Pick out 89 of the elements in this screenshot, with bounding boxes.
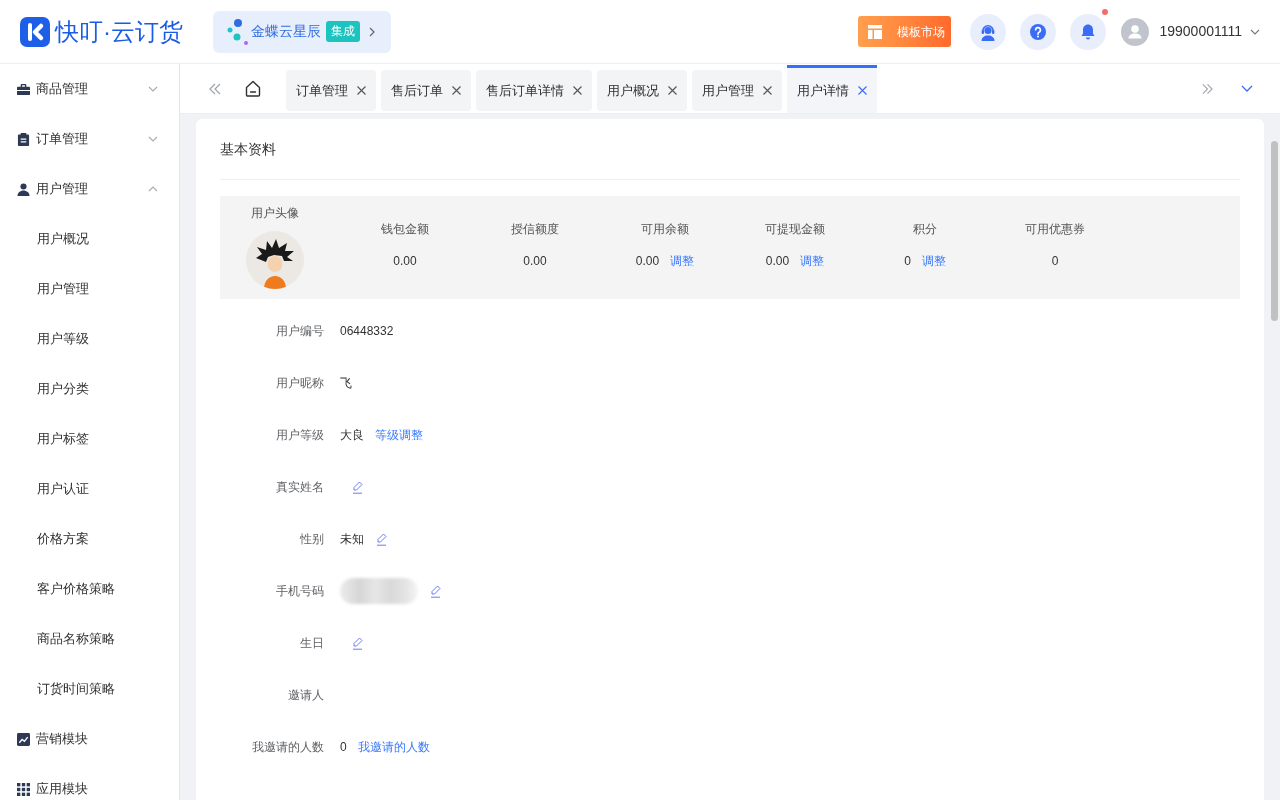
- sidebar-menu-item[interactable]: 用户管理: [0, 164, 179, 214]
- adjust-link[interactable]: 调整: [670, 252, 695, 270]
- close-icon[interactable]: [858, 86, 867, 95]
- field-value: 0: [340, 739, 347, 756]
- close-icon[interactable]: [573, 86, 582, 95]
- sidebar-submenu-item[interactable]: 用户分类: [0, 364, 179, 414]
- stat-label: 可提现金额: [765, 221, 825, 238]
- edit-icon[interactable]: [376, 532, 387, 546]
- field-label: 我邀请的人数: [251, 739, 324, 756]
- chevron-down-icon[interactable]: [1250, 28, 1260, 35]
- sidebar-menu-item[interactable]: 订单管理: [0, 114, 179, 164]
- sidebar-submenu-item[interactable]: 用户管理: [0, 264, 179, 314]
- page-tab[interactable]: 订单管理: [286, 70, 376, 111]
- user-account-name[interactable]: 19900001111: [1159, 21, 1242, 42]
- field-value: 大良: [340, 427, 364, 444]
- sidebar-submenu-item[interactable]: 价格方案: [0, 514, 179, 564]
- double-chevron-right-icon[interactable]: [1202, 82, 1213, 95]
- edit-icon[interactable]: [430, 584, 441, 598]
- layout-icon: [868, 24, 883, 39]
- field-value: 未知: [340, 531, 364, 548]
- stat-label: 可用优惠券: [1025, 221, 1085, 238]
- field-label: 生日: [299, 635, 324, 652]
- customer-service-button[interactable]: [970, 13, 1007, 50]
- chevron-down-icon[interactable]: [1241, 85, 1253, 92]
- field-label: 用户昵称: [275, 375, 324, 392]
- sidebar-submenu-item[interactable]: 客户价格策略: [0, 564, 179, 614]
- integration-badge: 集成: [326, 21, 360, 42]
- logo-text: 快叮·云订货: [55, 19, 183, 44]
- page-tab[interactable]: 用户概况: [597, 70, 687, 111]
- sidebar-submenu-item[interactable]: 用户标签: [0, 414, 179, 464]
- field-link[interactable]: 我邀请的人数: [357, 738, 430, 756]
- field-label: 性别: [299, 531, 324, 548]
- stat-value: 0: [904, 253, 911, 270]
- stat-value: 0.00: [635, 253, 660, 270]
- stat-value: 0.00: [523, 253, 547, 270]
- user-avatar-icon: [1121, 17, 1150, 46]
- page-tab[interactable]: 用户详情: [787, 65, 877, 113]
- help-button[interactable]: [1020, 13, 1057, 50]
- cartoon-avatar-drawing: [246, 231, 304, 289]
- sidebar-submenu-item[interactable]: 订货时间策略: [0, 664, 179, 714]
- sidebar-submenu-item[interactable]: 用户认证: [0, 464, 179, 514]
- logo-icon: [20, 16, 50, 47]
- field-label: 手机号码: [275, 583, 324, 600]
- sidebar-submenu-item[interactable]: 商品名称策略: [0, 614, 179, 664]
- page-tab[interactable]: 用户管理: [692, 70, 782, 111]
- page-tab[interactable]: 售后订单详情: [476, 70, 592, 111]
- dots-logo-icon: [227, 17, 249, 46]
- field-link[interactable]: 等级调整: [375, 426, 423, 444]
- partner-integration-button[interactable]: 金蝶云星辰 集成: [213, 10, 391, 53]
- field-value: 飞: [340, 375, 352, 392]
- stat-value: 0.00: [765, 253, 790, 270]
- field-label: 用户等级: [275, 427, 324, 444]
- field-label: 邀请人: [287, 687, 324, 704]
- sidebar-submenu-item[interactable]: 用户概况: [0, 214, 179, 264]
- stat-label: 授信额度: [511, 221, 559, 238]
- page-tab[interactable]: 售后订单: [381, 70, 471, 111]
- stat-value: 0.00: [393, 253, 417, 270]
- person-icon: [17, 182, 30, 196]
- close-icon[interactable]: [452, 86, 461, 95]
- field-value: 06448332: [340, 323, 394, 340]
- sidebar-menu-item[interactable]: 营销模块: [0, 714, 179, 764]
- briefcase-icon: [17, 82, 30, 96]
- close-icon[interactable]: [763, 86, 772, 95]
- adjust-link[interactable]: 调整: [921, 252, 946, 270]
- edit-icon[interactable]: [352, 480, 363, 494]
- clipboard-icon: [17, 132, 30, 146]
- avatar-label: 用户头像: [251, 205, 299, 222]
- stat-label: 钱包金额: [381, 221, 429, 238]
- adjust-link[interactable]: 调整: [800, 252, 825, 270]
- stat-value: 0: [1051, 253, 1059, 270]
- grid-icon: [17, 782, 30, 796]
- close-icon[interactable]: [357, 86, 366, 95]
- section-title: 基本资料: [220, 139, 276, 159]
- partner-name: 金蝶云星辰: [251, 22, 321, 41]
- close-icon[interactable]: [668, 86, 677, 95]
- sidebar-menu-item[interactable]: 商品管理: [0, 64, 179, 114]
- double-chevron-left-icon[interactable]: [209, 82, 221, 95]
- field-label: 真实姓名: [275, 479, 324, 496]
- scrollbar-thumb[interactable]: [1271, 141, 1278, 321]
- help-icon: [1029, 22, 1048, 41]
- home-icon[interactable]: [245, 80, 261, 97]
- edit-icon[interactable]: [352, 636, 363, 650]
- chevron-right-icon: [369, 26, 375, 37]
- line-chart-icon: [17, 732, 30, 746]
- stat-label: 积分: [913, 221, 937, 238]
- sidebar-submenu-item[interactable]: 用户等级: [0, 314, 179, 364]
- sidebar-menu-item[interactable]: 应用模块: [0, 764, 179, 800]
- field-label: 用户编号: [275, 323, 324, 340]
- stat-label: 可用余额: [641, 221, 689, 238]
